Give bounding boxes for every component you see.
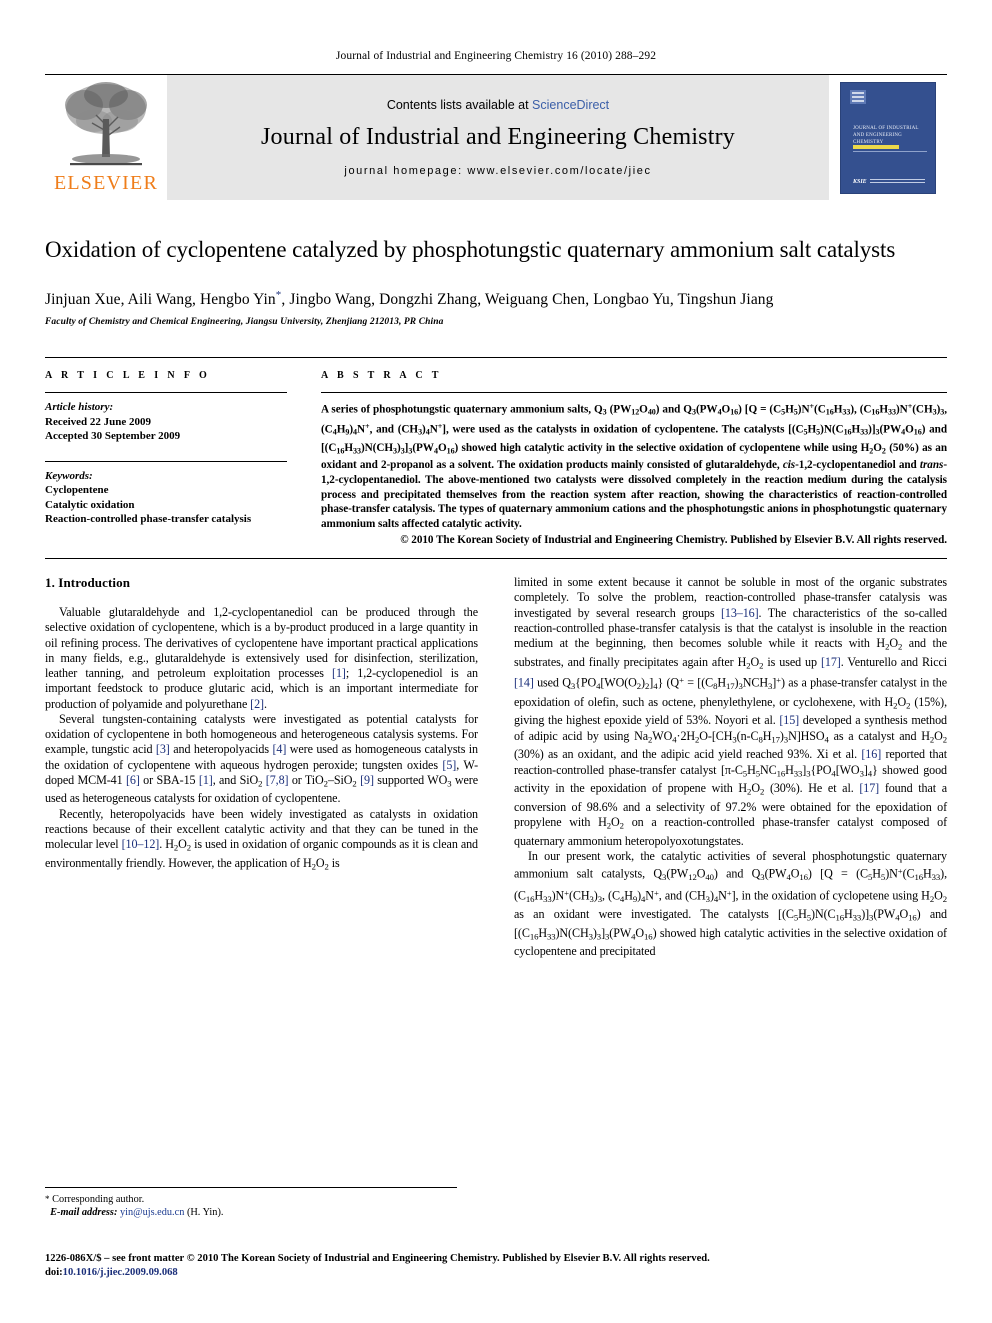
- body-column-right: limited in some extent because it cannot…: [514, 575, 947, 960]
- cover-society-mark: KSIE: [853, 179, 925, 185]
- divider: [45, 558, 947, 559]
- contents-available-line: Contents lists available at ScienceDirec…: [387, 98, 609, 112]
- cover-divider: [853, 150, 927, 152]
- citation-ref[interactable]: [9]: [360, 773, 374, 787]
- elsevier-wordmark: ELSEVIER: [53, 172, 159, 194]
- journal-homepage-link[interactable]: journal homepage: www.elsevier.com/locat…: [344, 165, 651, 177]
- body-column-left: 1. Introduction Valuable glutaraldehyde …: [45, 575, 478, 960]
- doi-label: doi:: [45, 1266, 63, 1278]
- cover-accent-bar: [853, 144, 899, 149]
- article-accepted-date: Accepted 30 September 2009: [45, 430, 181, 443]
- asterisk-icon: *: [45, 1194, 50, 1204]
- citation-ref[interactable]: [16]: [861, 747, 881, 761]
- authors-secondary: , Jingbo Wang, Dongzhi Zhang, Weiguang C…: [281, 291, 774, 309]
- paragraph: In our present work, the catalytic activ…: [514, 849, 947, 959]
- journal-masthead: ELSEVIER Contents lists available at Sci…: [45, 74, 947, 200]
- citation-ref[interactable]: [1]: [199, 773, 213, 787]
- citation-ref[interactable]: [7,8]: [266, 773, 289, 787]
- cover-society-lines: [869, 179, 925, 184]
- corresponding-author-text: Corresponding author.: [52, 1194, 145, 1205]
- elsevier-tree-icon: [65, 82, 147, 166]
- cover-elsevier-icon: [850, 89, 866, 104]
- citation-ref[interactable]: [10–12]: [122, 837, 160, 851]
- email-line: E-mail address: yin@ujs.edu.cn (H. Yin).: [45, 1206, 457, 1219]
- divider: [321, 392, 947, 394]
- email-attribution: (H. Yin).: [186, 1207, 224, 1218]
- citation-ref[interactable]: [5]: [442, 758, 456, 772]
- citation-ref[interactable]: [3]: [156, 742, 170, 756]
- info-abstract-region: A R T I C L E I N F O Article history: R…: [45, 357, 947, 548]
- citation-ref[interactable]: [4]: [272, 742, 286, 756]
- divider: [45, 392, 287, 394]
- running-head: Journal of Industrial and Engineering Ch…: [335, 50, 657, 62]
- article-info-heading: A R T I C L E I N F O: [45, 370, 211, 382]
- email-link[interactable]: yin@ujs.edu.cn: [120, 1207, 184, 1218]
- email-label: E-mail address:: [50, 1207, 118, 1218]
- corresponding-author-line: * Corresponding author.: [45, 1193, 457, 1206]
- citation-ref[interactable]: [2]: [250, 697, 264, 711]
- article-info-column: A R T I C L E I N F O Article history: R…: [45, 370, 287, 548]
- article-received-date: Received 22 June 2009: [45, 415, 152, 428]
- paragraph: limited in some extent because it cannot…: [514, 575, 948, 848]
- body-columns: 1. Introduction Valuable glutaraldehyde …: [45, 575, 947, 960]
- keywords-block: Keywords: Cyclopentene Catalytic oxidati…: [45, 469, 287, 527]
- cover-society-logo-icon: KSIE: [853, 178, 867, 185]
- paragraph: Several tungsten-containing catalysts we…: [45, 711, 479, 806]
- elsevier-logo: ELSEVIER: [45, 75, 167, 200]
- keyword-item: Cyclopentene: [45, 484, 109, 497]
- abstract-body: A series of phosphotungstic quaternary a…: [321, 402, 948, 530]
- section-heading-introduction: 1. Introduction: [45, 575, 131, 590]
- divider: [45, 460, 287, 462]
- paragraph: Recently, heteropolyacids have been wide…: [45, 806, 478, 872]
- issn-front-matter: 1226-086X/$ – see front matter © 2010 Th…: [45, 1253, 710, 1264]
- abstract-heading: A B S T R A C T: [321, 370, 442, 382]
- affiliation: Faculty of Chemistry and Chemical Engine…: [45, 317, 444, 328]
- cover-title-text: JOURNAL OF INDUSTRIAL AND ENGINEERING CH…: [853, 125, 919, 145]
- paper-page: Journal of Industrial and Engineering Ch…: [0, 0, 992, 1323]
- doi-value[interactable]: 10.1016/j.jiec.2009.09.068: [63, 1267, 178, 1278]
- article-history-label: Article history:: [45, 401, 114, 414]
- citation-ref[interactable]: [13–16]: [721, 606, 759, 620]
- sciencedirect-link[interactable]: ScienceDirect: [532, 98, 609, 112]
- citation-ref[interactable]: [1]: [332, 666, 346, 680]
- citation-ref[interactable]: [17]: [821, 655, 841, 669]
- citation-ref[interactable]: [15]: [779, 713, 799, 727]
- cover-image: JOURNAL OF INDUSTRIAL AND ENGINEERING CH…: [840, 81, 936, 194]
- journal-title: Journal of Industrial and Engineering Ch…: [261, 124, 735, 150]
- paragraph: Valuable glutaraldehyde and 1,2-cyclopen…: [45, 605, 478, 711]
- keyword-item: Reaction-controlled phase-transfer catal…: [45, 513, 252, 526]
- author-list: Jinjuan Xue, Aili Wang, Hengbo Yin*, Jin…: [45, 285, 947, 310]
- abstract-column: A B S T R A C T A series of phosphotungs…: [321, 370, 947, 548]
- masthead-center: Contents lists available at ScienceDirec…: [167, 75, 829, 200]
- citation-ref[interactable]: [6]: [126, 773, 140, 787]
- journal-cover-thumbnail: JOURNAL OF INDUSTRIAL AND ENGINEERING CH…: [829, 75, 947, 200]
- authors-primary: Jinjuan Xue, Aili Wang, Hengbo Yin: [45, 291, 276, 309]
- corresponding-author-footnote: * Corresponding author. E-mail address: …: [45, 1187, 457, 1219]
- abstract-copyright: © 2010 The Korean Society of Industrial …: [400, 534, 947, 547]
- keywords-label: Keywords:: [45, 469, 93, 482]
- article-title: Oxidation of cyclopentene catalyzed by p…: [45, 237, 896, 262]
- doi-line: doi:10.1016/j.jiec.2009.09.068: [45, 1266, 947, 1280]
- contents-prefix: Contents lists available at: [386, 98, 533, 112]
- keyword-item: Catalytic oxidation: [45, 498, 135, 511]
- front-matter-block: 1226-086X/$ – see front matter © 2010 Th…: [45, 1252, 947, 1279]
- citation-ref[interactable]: [14]: [514, 676, 534, 690]
- article-history: Article history: Received 22 June 2009 A…: [45, 400, 287, 444]
- title-block: Oxidation of cyclopentene catalyzed by p…: [45, 234, 947, 327]
- citation-ref[interactable]: [17]: [859, 781, 879, 795]
